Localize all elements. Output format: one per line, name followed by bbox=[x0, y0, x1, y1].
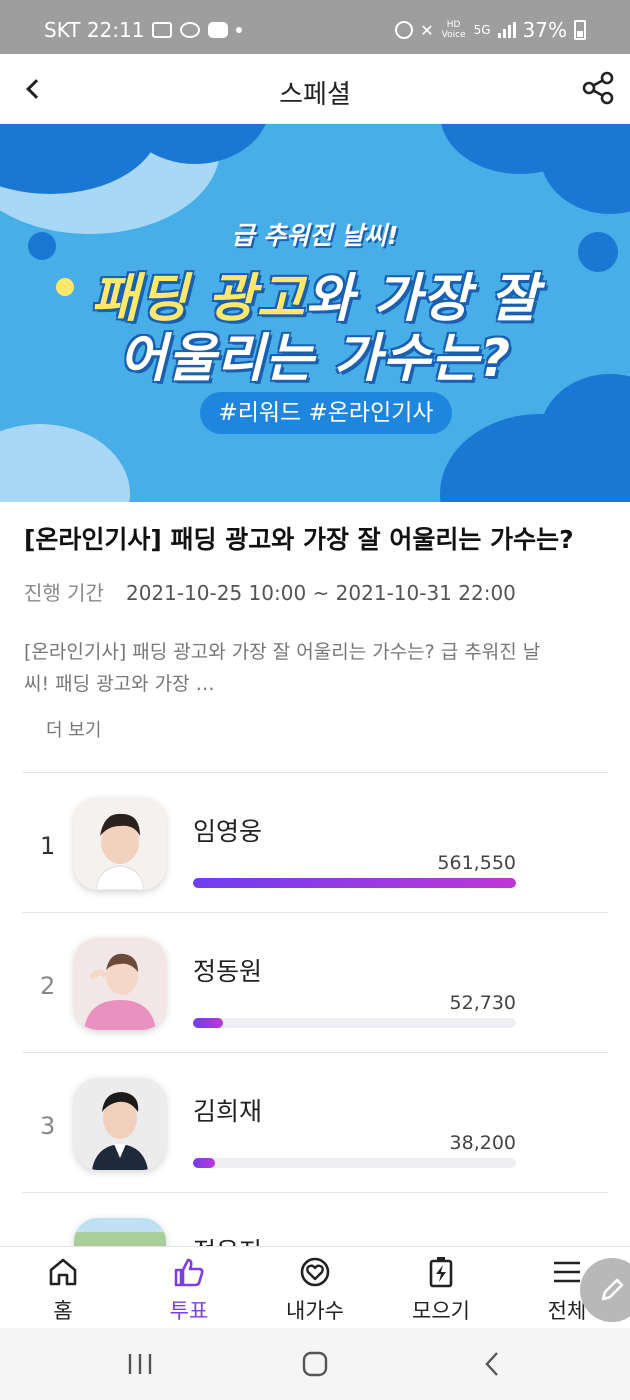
vote-bar-fill bbox=[193, 878, 516, 888]
status-right: ✕ HD Voice 5G 37% bbox=[395, 18, 586, 42]
vote-bar-track bbox=[193, 1158, 516, 1168]
banner-tags: #리워드 #온라인기사 bbox=[200, 392, 452, 434]
menu-icon bbox=[554, 1261, 580, 1283]
more-button[interactable]: 더 보기 bbox=[46, 716, 101, 742]
youtube-icon bbox=[208, 22, 229, 38]
description-line: [온라인기사] 패딩 광고와 가장 잘 어울리는 가수는? 급 추워진 날 bbox=[24, 641, 541, 663]
status-bar: SKT 22:11 ✕ HD Voice 5G 37% bbox=[0, 0, 630, 54]
network-label: 5G bbox=[473, 23, 491, 37]
period-label: 진행 기간 bbox=[24, 581, 104, 605]
rank-number: 1 bbox=[40, 832, 56, 860]
gallery-icon bbox=[152, 22, 173, 38]
avatar bbox=[74, 798, 166, 890]
vote-bar-track bbox=[193, 1018, 516, 1028]
event-period: 진행 기간 2021-10-25 10:00 ~ 2021-10-31 22:00 bbox=[24, 577, 516, 606]
divider bbox=[22, 1192, 608, 1193]
alarm-icon bbox=[395, 21, 414, 39]
cloud-shape bbox=[0, 424, 130, 502]
battery-icon bbox=[574, 20, 586, 40]
nav-label: 홈 bbox=[53, 1299, 73, 1323]
app-header: 스페셜 bbox=[0, 54, 630, 124]
notification-dot-icon bbox=[236, 27, 243, 33]
singer-name: 임영웅 bbox=[193, 817, 263, 846]
battery-percent: 37% bbox=[522, 18, 567, 42]
share-icon bbox=[582, 71, 614, 105]
nav-label: 모으기 bbox=[412, 1299, 470, 1323]
event-title: [온라인기사] 패딩 광고와 가장 잘 어울리는 가수는? bbox=[24, 525, 574, 554]
back-chevron-icon bbox=[485, 1352, 498, 1376]
ranking-row[interactable]: 3 김희재 38,200 bbox=[0, 1076, 630, 1216]
rank-number: 3 bbox=[40, 1112, 56, 1140]
period-value: 2021-10-25 10:00 ~ 2021-10-31 22:00 bbox=[125, 581, 516, 605]
heart-circle-icon bbox=[300, 1257, 330, 1287]
battery-charge-icon bbox=[429, 1257, 453, 1288]
back-system-button[interactable] bbox=[472, 1348, 512, 1380]
divider bbox=[22, 1052, 608, 1053]
signal-icon bbox=[497, 22, 516, 38]
nav-item-my-singer[interactable]: 내가수 bbox=[252, 1247, 378, 1328]
avatar bbox=[74, 938, 166, 1030]
recent-apps-button[interactable] bbox=[120, 1348, 160, 1380]
rank-number: 2 bbox=[40, 972, 56, 1000]
pencil-icon bbox=[601, 1278, 624, 1301]
description-line: 씨! 패딩 광고와 가장 … bbox=[24, 673, 215, 695]
status-left: SKT 22:11 bbox=[44, 18, 243, 42]
avatar bbox=[74, 1078, 166, 1170]
nav-label: 투표 bbox=[169, 1299, 209, 1323]
vote-bar-fill bbox=[193, 1018, 224, 1028]
banner-headline-line2: 어울리는 가수는? bbox=[118, 329, 512, 389]
home-system-button[interactable] bbox=[295, 1348, 335, 1380]
page-title: 스페셜 bbox=[279, 80, 351, 110]
event-description: [온라인기사] 패딩 광고와 가장 잘 어울리는 가수는? 급 추워진 날 씨!… bbox=[24, 636, 614, 700]
divider bbox=[22, 772, 608, 773]
cloud-shape bbox=[540, 124, 630, 214]
hd-voice-label: HD Voice bbox=[441, 20, 466, 40]
event-banner: 급 추워진 날씨! 패딩 광고와 가장 잘 어울리는 가수는? #리워드 #온라… bbox=[0, 124, 630, 502]
bottom-nav: 홈 투표 내가수 모으기 전체 bbox=[0, 1246, 630, 1328]
nav-item-collect[interactable]: 모으기 bbox=[378, 1247, 504, 1328]
nav-item-vote[interactable]: 투표 bbox=[126, 1247, 252, 1328]
singer-name: 김희재 bbox=[193, 1097, 263, 1126]
divider bbox=[22, 912, 608, 913]
vote-bar-fill bbox=[193, 1158, 215, 1168]
nav-label: 내가수 bbox=[286, 1299, 344, 1323]
nav-item-home[interactable]: 홈 bbox=[0, 1247, 126, 1328]
ranking-row[interactable]: 1 임영웅 561,550 bbox=[0, 796, 630, 936]
singer-name: 정동원 bbox=[193, 957, 263, 986]
talk-icon bbox=[180, 22, 201, 38]
banner-subtitle: 급 추워진 날씨! bbox=[231, 221, 399, 250]
home-circle-icon bbox=[302, 1351, 328, 1377]
system-nav-bar bbox=[0, 1328, 630, 1400]
vote-count: 38,200 bbox=[449, 1132, 516, 1154]
vote-count: 52,730 bbox=[449, 992, 516, 1014]
thumbs-up-icon bbox=[174, 1258, 204, 1287]
share-button[interactable] bbox=[578, 68, 618, 108]
home-icon bbox=[49, 1258, 77, 1286]
ranking-row[interactable]: 2 정동원 52,730 bbox=[0, 936, 630, 1076]
carrier-time: SKT 22:11 bbox=[44, 18, 145, 42]
recent-apps-icon bbox=[128, 1354, 152, 1374]
vote-bar-track bbox=[193, 878, 516, 888]
mute-icon: ✕ bbox=[420, 20, 434, 40]
vote-count: 561,550 bbox=[437, 852, 516, 874]
